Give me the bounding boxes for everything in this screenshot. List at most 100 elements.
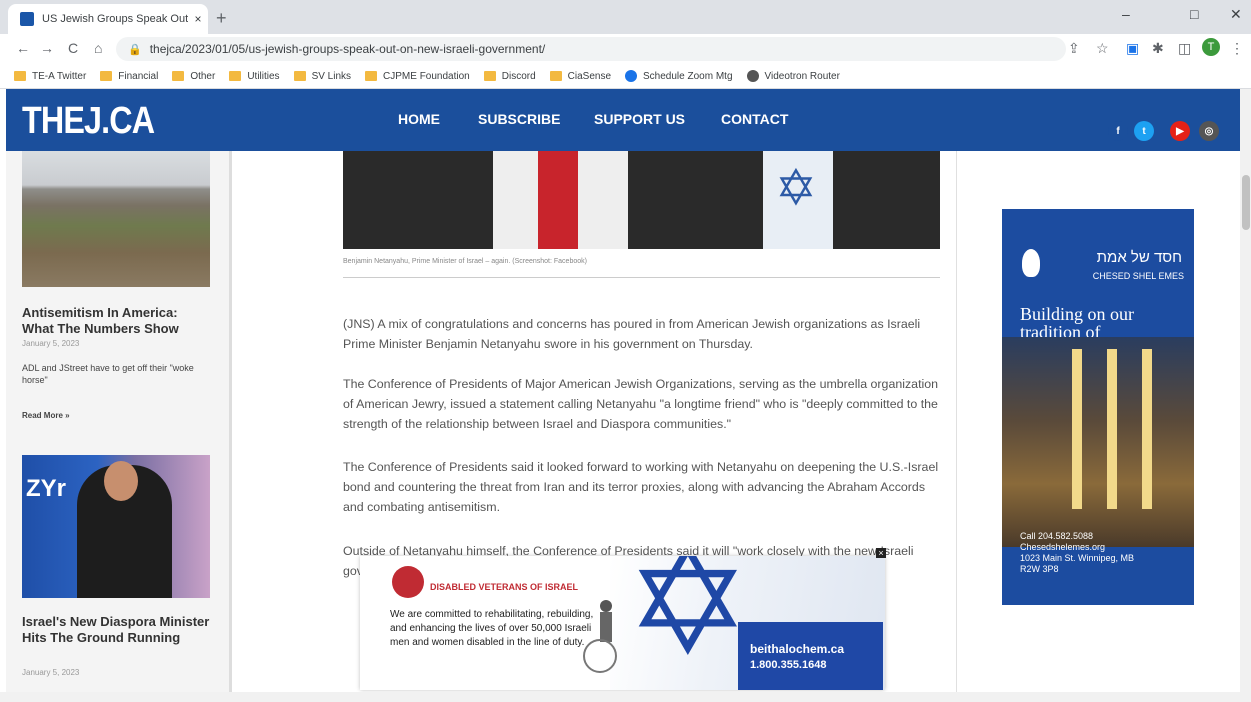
- folder-icon: [549, 71, 562, 81]
- bookmark-label: Other: [190, 70, 216, 82]
- bookmark-discord[interactable]: Discord: [483, 70, 536, 82]
- twitter-icon[interactable]: t: [1134, 121, 1154, 141]
- article-paragraph-1: (JNS) A mix of congratulations and conce…: [343, 317, 921, 351]
- twitter-glyph: t: [1142, 125, 1146, 137]
- facebook-glyph: f: [1116, 125, 1120, 137]
- side-panel-icon[interactable]: ◫: [1178, 40, 1191, 57]
- sidebar-post-title-1[interactable]: Antisemitism In America: What The Number…: [22, 305, 212, 337]
- extension-icon[interactable]: ▣: [1126, 40, 1139, 57]
- sidebar-post-title-2[interactable]: Israel's New Diaspora Minister Hits The …: [22, 614, 212, 646]
- home-button[interactable]: ⌂: [94, 40, 102, 56]
- tab-close-icon[interactable]: ×: [188, 12, 208, 26]
- profile-avatar[interactable]: T: [1202, 38, 1220, 56]
- minimize-button[interactable]: –: [1122, 6, 1130, 22]
- ad-mission-text: We are committed to rehabilitating, rebu…: [390, 609, 594, 648]
- disabled-veterans-ad[interactable]: ✡ DISABLED VETERANS OF ISRAEL We are com…: [360, 556, 885, 690]
- tab-title: US Jewish Groups Speak Out On: [42, 13, 188, 25]
- ad-url[interactable]: beithalochem.ca: [750, 642, 844, 656]
- sidebar-divider: [229, 151, 232, 702]
- sidebar-post-date-1: January 5, 2023: [22, 339, 80, 348]
- bookmark-financial[interactable]: Financial: [100, 71, 158, 82]
- bookmark-label: Schedule Zoom Mtg: [643, 70, 733, 82]
- bookmark-utilities[interactable]: Utilities: [229, 70, 280, 82]
- bookmark-label: CiaSense: [567, 70, 612, 82]
- bookmark-other[interactable]: Other: [172, 71, 215, 82]
- globe-icon: [625, 70, 638, 82]
- bookmark-videotron-router[interactable]: Videotron Router: [746, 70, 840, 82]
- ad-phone-number: 1.800.355.1648: [750, 659, 827, 671]
- folder-icon: [172, 71, 185, 81]
- nav-subscribe[interactable]: SUBSCRIBE: [478, 111, 560, 127]
- ad-web: Chesedshelemes.org: [1020, 542, 1106, 552]
- right-sidebar-divider: [956, 151, 957, 702]
- star-of-david-icon: ✡: [775, 160, 817, 216]
- bookmark-label: Utilities: [247, 70, 280, 82]
- wheelchair-athlete-icon: [583, 600, 617, 673]
- browser-tab[interactable]: US Jewish Groups Speak Out On ×: [8, 4, 208, 34]
- folder-icon: [229, 71, 242, 81]
- extensions-puzzle-icon[interactable]: ✱: [1152, 40, 1164, 57]
- menu-dots-icon[interactable]: ⋮: [1230, 40, 1244, 57]
- facebook-icon[interactable]: f: [1108, 121, 1128, 141]
- bookmark-label: SV Links: [311, 70, 352, 82]
- bookmark-label: Discord: [501, 70, 536, 82]
- article-hero-image: ✡: [343, 151, 940, 249]
- ad-hebrew-name: חסד של אמת: [1096, 249, 1182, 266]
- read-more-link[interactable]: Read More »: [22, 411, 70, 420]
- close-window-button[interactable]: ✕: [1230, 6, 1242, 23]
- gear-icon: [746, 70, 759, 82]
- ad-postal: R2W 3P8: [1020, 564, 1059, 574]
- ad-close-icon[interactable]: ×: [876, 548, 886, 558]
- ad-contact: Call 204.582.5088 Chesedshelemes.org 102…: [1020, 531, 1134, 575]
- sidebar-post-excerpt-1: ADL and JStreet have to get off their "w…: [22, 363, 194, 385]
- post-thumbnail-2[interactable]: ZYr: [22, 455, 210, 598]
- youtube-icon[interactable]: ▶: [1170, 121, 1190, 141]
- ad-org-title: DISABLED VETERANS OF ISRAEL: [430, 582, 579, 592]
- folder-icon: [293, 71, 306, 81]
- back-button[interactable]: ←: [16, 40, 30, 56]
- lock-icon: 🔒: [128, 43, 142, 56]
- person-head: [104, 461, 138, 501]
- bookmark-te-a-twitter[interactable]: TE-A Twitter: [14, 71, 86, 82]
- folder-icon: [483, 71, 496, 81]
- nav-home[interactable]: HOME: [398, 111, 440, 127]
- nav-support-us[interactable]: SUPPORT US: [594, 111, 685, 127]
- sidebar-post-date-2: January 5, 2023: [22, 668, 80, 677]
- new-tab-button[interactable]: +: [216, 8, 227, 29]
- share-icon[interactable]: ⇪: [1068, 40, 1080, 57]
- building-column: [1072, 349, 1082, 509]
- nav-contact[interactable]: CONTACT: [721, 111, 788, 127]
- site-logo[interactable]: THEJ.CA: [22, 100, 155, 143]
- forward-button[interactable]: →: [40, 40, 54, 56]
- site-favicon-icon: [20, 12, 34, 26]
- post-thumbnail-1[interactable]: [22, 151, 210, 287]
- bookmark-sv-links[interactable]: SV Links: [293, 70, 352, 82]
- address-bar[interactable]: 🔒 thejca/2023/01/05/us-jewish-groups-spe…: [116, 37, 1066, 61]
- veterans-emblem-icon: [392, 566, 424, 598]
- folder-icon: [100, 71, 113, 81]
- folder-icon: [14, 71, 26, 81]
- maximize-button[interactable]: □: [1190, 6, 1198, 22]
- scrollbar-thumb[interactable]: [1242, 175, 1250, 230]
- ad-building-image: [1002, 337, 1194, 547]
- bookmark-cjpme-foundation[interactable]: CJPME Foundation: [365, 71, 470, 82]
- chesed-shel-emes-ad[interactable]: חסד של אמת CHESED SHEL EMES Building on …: [1002, 209, 1194, 605]
- horizontal-scrollbar[interactable]: [0, 692, 1240, 702]
- bookmark-label: Financial: [118, 70, 159, 82]
- article-paragraph-3: The Conference of Presidents said it loo…: [343, 460, 939, 514]
- flame-logo-icon: [1022, 249, 1040, 277]
- reload-button[interactable]: C: [68, 40, 78, 56]
- building-column: [1107, 349, 1117, 509]
- hero-tie: [538, 151, 578, 249]
- ad-blue-panel: [738, 622, 883, 690]
- thumbnail-logo-text: ZYr: [26, 475, 67, 502]
- image-caption: Benjamin Netanyahu, Prime Minister of Is…: [343, 258, 587, 265]
- bookmark-ciasense[interactable]: CiaSense: [549, 70, 612, 82]
- bookmark-schedule-zoom-mtg[interactable]: Schedule Zoom Mtg: [625, 70, 733, 82]
- bookmark-label: CJPME Foundation: [383, 70, 470, 82]
- bookmark-star-icon[interactable]: ☆: [1096, 40, 1109, 57]
- bookmark-label: Videotron Router: [764, 70, 840, 82]
- instagram-icon[interactable]: ◎: [1199, 121, 1219, 141]
- bookmarks-bar: TE-A Twitter Financial Other Utilities SV Li…: [0, 64, 1251, 89]
- folder-icon: [365, 71, 378, 81]
